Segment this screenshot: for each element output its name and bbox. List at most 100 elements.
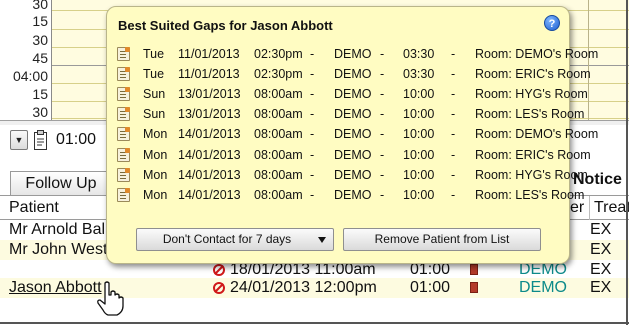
appointment-gap-icon[interactable] bbox=[117, 127, 130, 142]
gap-dash: - bbox=[380, 127, 385, 142]
gap-provider: DEMO bbox=[334, 167, 372, 182]
gap-dash: - bbox=[380, 107, 385, 122]
appointment-gap-icon[interactable] bbox=[117, 107, 130, 122]
column-header-provider[interactable]: er bbox=[570, 199, 584, 217]
time-label: 15 bbox=[32, 86, 48, 102]
gap-dash: - bbox=[451, 87, 456, 102]
patient-name-link[interactable]: Jason Abbott bbox=[9, 279, 102, 297]
appointment-gap-icon[interactable] bbox=[117, 167, 130, 182]
gap-row[interactable]: Tue 11/01/2013 02:30pm - DEMO -03:30- Room: ER… bbox=[107, 64, 591, 84]
gap-date: 11/01/2013 bbox=[178, 67, 240, 82]
treatment-code: EX bbox=[590, 261, 612, 278]
patient-name: Mr John West bbox=[9, 241, 108, 258]
dont-contact-dropdown[interactable]: Don't Contact for 7 days bbox=[136, 228, 334, 251]
time-label: 30 bbox=[32, 32, 48, 48]
hand-cursor-icon bbox=[97, 281, 124, 316]
gap-date: 14/01/2013 bbox=[178, 167, 241, 182]
gap-start: 02:30pm bbox=[254, 47, 303, 61]
help-icon[interactable]: ? bbox=[544, 15, 560, 31]
window-border bbox=[626, 0, 628, 325]
column-header-patient[interactable]: Patient bbox=[9, 199, 59, 217]
gap-dash: - bbox=[310, 107, 315, 122]
gap-provider: DEMO bbox=[334, 127, 372, 142]
gap-start: 08:00am bbox=[254, 147, 303, 162]
time-label: 45 bbox=[32, 50, 48, 66]
gap-dash: - bbox=[451, 127, 456, 142]
gap-date: 13/01/2013 bbox=[178, 107, 241, 122]
appointment-gap-icon[interactable] bbox=[117, 47, 130, 61]
window-border bbox=[0, 322, 629, 324]
gap-provider: DEMO bbox=[334, 107, 372, 122]
gap-dash: - bbox=[310, 167, 315, 182]
gap-row[interactable]: Sun 13/01/2013 08:00am - DEMO -10:00- Room: LE… bbox=[107, 104, 584, 124]
gap-start: 02:30pm bbox=[254, 67, 303, 82]
gap-end: 10:00 bbox=[403, 127, 435, 142]
gap-room: Room: LES's Room bbox=[475, 187, 585, 202]
column-header-treatment[interactable]: Treat bbox=[594, 199, 629, 217]
treatment-code: EX bbox=[590, 279, 612, 296]
remove-patient-button[interactable]: Remove Patient from List bbox=[343, 228, 541, 251]
gap-date: 13/01/2013 bbox=[178, 87, 241, 102]
clipboard-icon[interactable] bbox=[33, 129, 49, 151]
duration-value: 01:00 bbox=[56, 131, 97, 148]
column-separator bbox=[589, 196, 590, 220]
gap-dash: - bbox=[451, 187, 456, 202]
gap-end: 10:00 bbox=[403, 147, 435, 162]
gap-row[interactable]: Mon 14/01/2013 08:00am - DEMO -10:00- Room: HY… bbox=[107, 165, 588, 185]
gap-dash: - bbox=[451, 67, 456, 82]
gap-day: Tue bbox=[143, 47, 165, 61]
view-dropdown-button[interactable]: ▼ bbox=[10, 130, 28, 150]
gap-day: Sun bbox=[143, 87, 166, 102]
gap-dash: - bbox=[451, 47, 456, 61]
gap-dash: - bbox=[380, 47, 385, 61]
gap-dash: - bbox=[310, 67, 315, 82]
gap-dash: - bbox=[380, 147, 385, 162]
gap-date: 14/01/2013 bbox=[178, 147, 241, 162]
gap-start: 08:00am bbox=[254, 167, 303, 182]
gap-day: Mon bbox=[143, 127, 168, 142]
gap-room: Room: HYG's Room bbox=[475, 87, 588, 102]
best-suited-gaps-popup: Best Suited Gaps for Jason Abbott ? Tue 1… bbox=[106, 6, 598, 264]
gap-start: 08:00am bbox=[254, 127, 303, 142]
gap-dash: - bbox=[380, 87, 385, 102]
gap-provider: DEMO bbox=[334, 87, 372, 102]
note-book-icon[interactable] bbox=[470, 264, 478, 275]
gap-dash: - bbox=[451, 107, 456, 122]
table-row[interactable]: Jason Abbott 24/01/2013 12:00pm 01:00 DE… bbox=[0, 278, 629, 298]
gap-room: Room: ERIC's Room bbox=[475, 147, 591, 162]
gap-dash: - bbox=[380, 167, 385, 182]
treatment-code: EX bbox=[590, 241, 612, 258]
tab-follow-up[interactable]: Follow Up bbox=[10, 171, 112, 195]
gap-room: Room: DEMO's Room bbox=[475, 127, 599, 142]
gap-end: 10:00 bbox=[403, 167, 435, 182]
appointment-gap-icon[interactable] bbox=[117, 147, 130, 162]
gap-row[interactable]: Tue 11/01/2013 02:30pm - DEMO -03:30- Room: DE… bbox=[107, 44, 598, 64]
gap-row[interactable]: Sun 13/01/2013 08:00am - DEMO -10:00- Room: HY… bbox=[107, 84, 588, 104]
gap-dash: - bbox=[451, 167, 456, 182]
gap-room: Room: DEMO's Room bbox=[475, 47, 599, 61]
appointment-gap-icon[interactable] bbox=[117, 87, 130, 102]
gap-provider: DEMO bbox=[334, 147, 372, 162]
gap-end: 10:00 bbox=[403, 87, 435, 102]
time-label: 15 bbox=[32, 13, 48, 29]
appointment-gap-icon[interactable] bbox=[117, 67, 130, 82]
gap-row[interactable]: Mon 14/01/2013 08:00am - DEMO -10:00- Room: LE… bbox=[107, 185, 584, 205]
gap-day: Sun bbox=[143, 107, 166, 122]
gap-dash: - bbox=[380, 187, 385, 202]
gap-dash: - bbox=[451, 147, 456, 162]
gap-day: Mon bbox=[143, 167, 168, 182]
note-book-icon[interactable] bbox=[470, 282, 478, 293]
appointment-gap-icon[interactable] bbox=[117, 187, 130, 202]
gap-dash: - bbox=[380, 67, 385, 82]
treatment-code: EX bbox=[590, 221, 612, 238]
gap-dash: - bbox=[310, 147, 315, 162]
gap-row[interactable]: Mon 14/01/2013 08:00am - DEMO -10:00- Room: DE… bbox=[107, 124, 598, 144]
gap-provider: DEMO bbox=[334, 47, 372, 61]
gap-day: Mon bbox=[143, 147, 168, 162]
time-label: 04:00 bbox=[12, 68, 48, 84]
gap-day: Tue bbox=[143, 67, 165, 82]
gap-end: 10:00 bbox=[403, 187, 435, 202]
gap-date: 14/01/2013 bbox=[178, 127, 241, 142]
gap-row[interactable]: Mon 14/01/2013 08:00am - DEMO -10:00- Room: ER… bbox=[107, 145, 591, 165]
dropdown-caret-icon bbox=[318, 237, 326, 243]
